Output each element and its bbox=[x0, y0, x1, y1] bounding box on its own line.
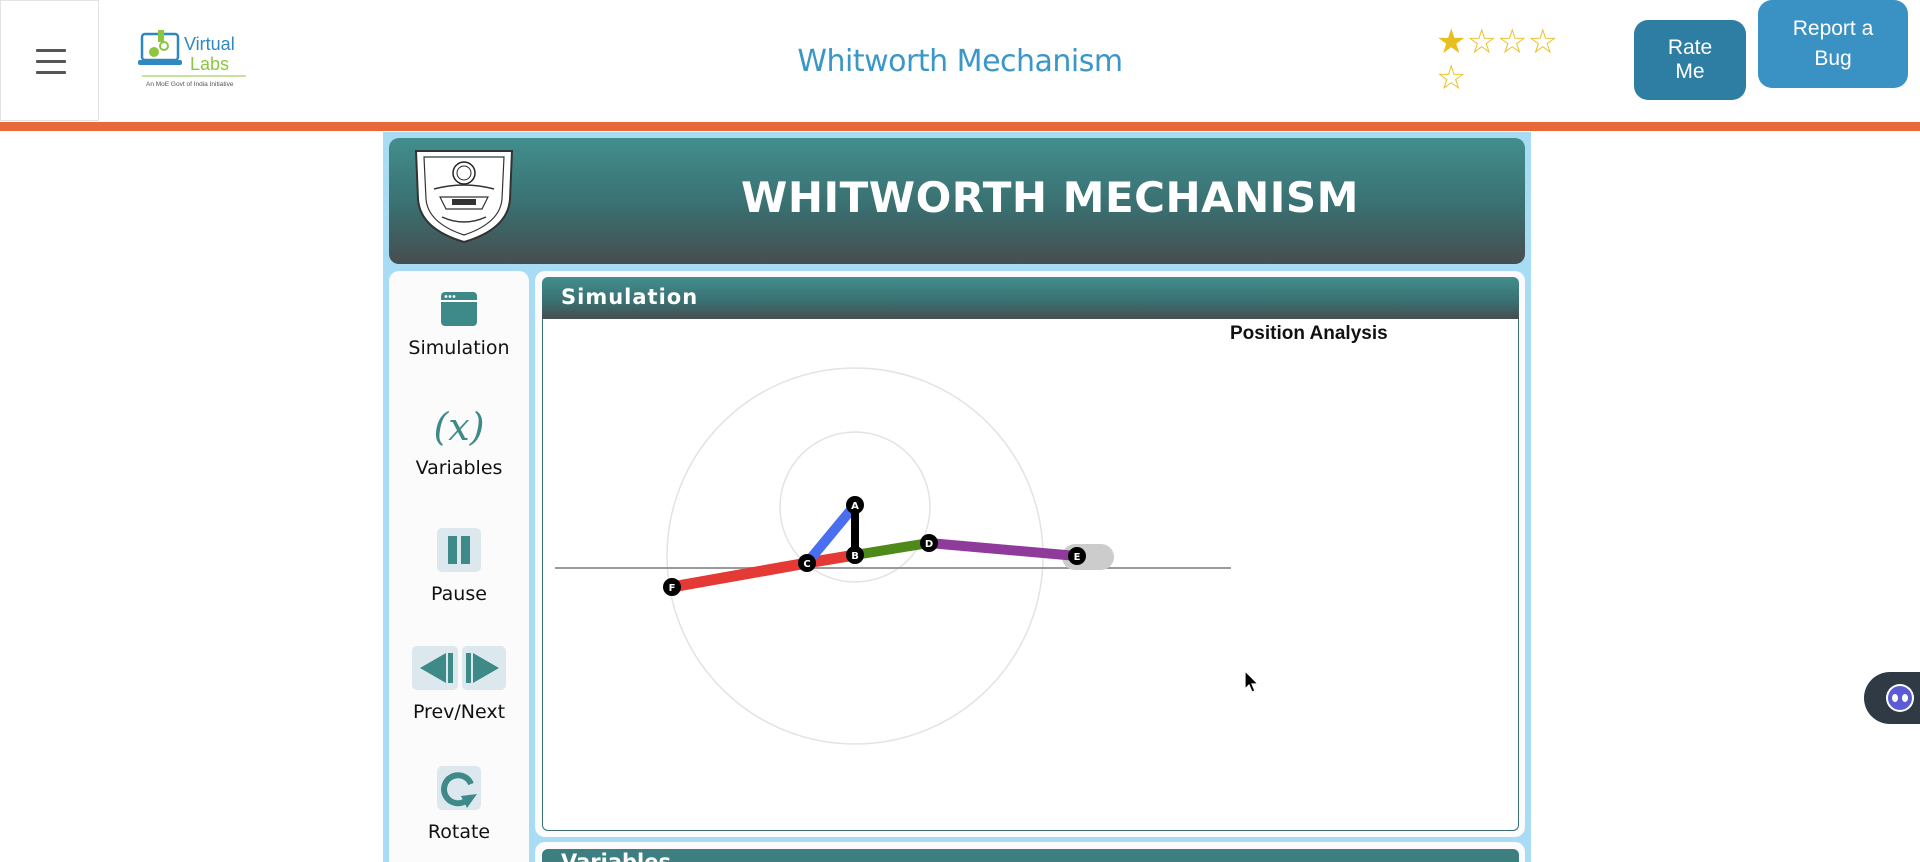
joint-d: D bbox=[920, 534, 938, 552]
joint-e: E bbox=[1068, 547, 1086, 565]
mouse-cursor-icon bbox=[1244, 669, 1260, 699]
sidebar-item-label: Pause bbox=[431, 583, 487, 605]
rating-stars: ★☆☆☆ ☆ bbox=[1436, 24, 1576, 96]
svg-text:An MoE Govt of India Initiativ: An MoE Govt of India Initiative bbox=[146, 81, 234, 88]
sidebar-item-label: Rotate bbox=[427, 821, 491, 843]
next-icon bbox=[462, 646, 506, 690]
next-button[interactable] bbox=[462, 646, 506, 695]
experiment-title: WHITWORTH MECHANISM bbox=[741, 173, 1359, 222]
joint-c: C bbox=[798, 554, 816, 572]
chatbot-button[interactable] bbox=[1864, 672, 1920, 724]
svg-text:(x): (x) bbox=[434, 408, 484, 449]
sidebar-item-variables[interactable]: (x) Variables bbox=[389, 405, 529, 479]
simulation-header-label: Simulation bbox=[561, 285, 699, 309]
rate-me-label: Rate Me bbox=[1667, 36, 1713, 83]
svg-text:C: C bbox=[803, 559, 810, 570]
star-empty-icon[interactable]: ☆ bbox=[1436, 60, 1466, 96]
header-divider bbox=[0, 122, 1920, 131]
sidebar-item-pause[interactable]: Pause bbox=[389, 528, 529, 605]
robot-face-icon bbox=[1886, 684, 1914, 712]
institute-crest-logo bbox=[412, 147, 516, 244]
simulation-header: Simulation bbox=[542, 277, 1519, 319]
sidebar-item-prev-next[interactable]: Prev/Next bbox=[389, 646, 529, 723]
browser-window-icon bbox=[441, 292, 477, 326]
simulation-canvas[interactable]: A B C D E F bbox=[542, 319, 1519, 831]
prev-button[interactable] bbox=[412, 646, 458, 695]
top-navigation-bar: Virtual Labs An MoE Govt of India Initia… bbox=[0, 0, 1920, 122]
virtual-labs-logo-icon: Virtual Labs An MoE Govt of India Initia… bbox=[138, 30, 246, 88]
sidebar-item-label: Simulation bbox=[408, 337, 510, 359]
star-empty-icon[interactable]: ☆ bbox=[1527, 24, 1557, 60]
virtual-labs-logo[interactable]: Virtual Labs An MoE Govt of India Initia… bbox=[138, 28, 250, 92]
svg-text:B: B bbox=[851, 551, 859, 562]
position-analysis-label: Position Analysis bbox=[1230, 323, 1388, 344]
rotate-icon bbox=[437, 766, 481, 810]
star-filled-icon[interactable]: ★ bbox=[1436, 24, 1466, 60]
hamburger-menu-button[interactable] bbox=[0, 0, 99, 121]
report-bug-label: Report a Bug bbox=[1792, 17, 1874, 70]
svg-text:E: E bbox=[1074, 552, 1081, 563]
menu-line bbox=[36, 71, 66, 74]
lever-extension-link bbox=[850, 538, 934, 560]
svg-text:Virtual: Virtual bbox=[184, 34, 235, 54]
menu-line bbox=[36, 49, 66, 52]
sidebar-item-label: Variables bbox=[415, 457, 503, 479]
page-title: Whitworth Mechanism bbox=[797, 44, 1123, 79]
sidebar-item-rotate[interactable]: Rotate bbox=[389, 766, 529, 843]
pause-icon bbox=[437, 528, 481, 572]
star-empty-icon[interactable]: ☆ bbox=[1466, 24, 1496, 60]
svg-text:A: A bbox=[851, 501, 859, 512]
prev-icon bbox=[412, 646, 458, 690]
joint-a: A bbox=[846, 496, 864, 514]
variables-header-label: Variables bbox=[561, 850, 671, 862]
svg-text:F: F bbox=[669, 583, 676, 594]
joint-b: B bbox=[846, 546, 864, 564]
connecting-rod-link bbox=[924, 538, 1082, 561]
sidebar-item-simulation[interactable]: Simulation bbox=[389, 292, 529, 359]
rate-me-button[interactable]: Rate Me bbox=[1634, 20, 1746, 100]
crest-emblem-icon bbox=[414, 150, 514, 244]
variables-header: Variables bbox=[542, 849, 1519, 862]
sidebar-item-label: Prev/Next bbox=[412, 701, 506, 723]
slotted-lever-link bbox=[666, 557, 813, 593]
report-bug-button[interactable]: Report a Bug bbox=[1758, 0, 1908, 88]
function-x-icon: (x) bbox=[433, 405, 484, 449]
menu-line bbox=[36, 60, 66, 63]
svg-text:Labs: Labs bbox=[190, 54, 229, 74]
svg-text:D: D bbox=[925, 539, 933, 550]
joint-f: F bbox=[663, 578, 681, 596]
star-empty-icon[interactable]: ☆ bbox=[1497, 24, 1527, 60]
mechanism-diagram: A B C D E F bbox=[555, 367, 1231, 745]
